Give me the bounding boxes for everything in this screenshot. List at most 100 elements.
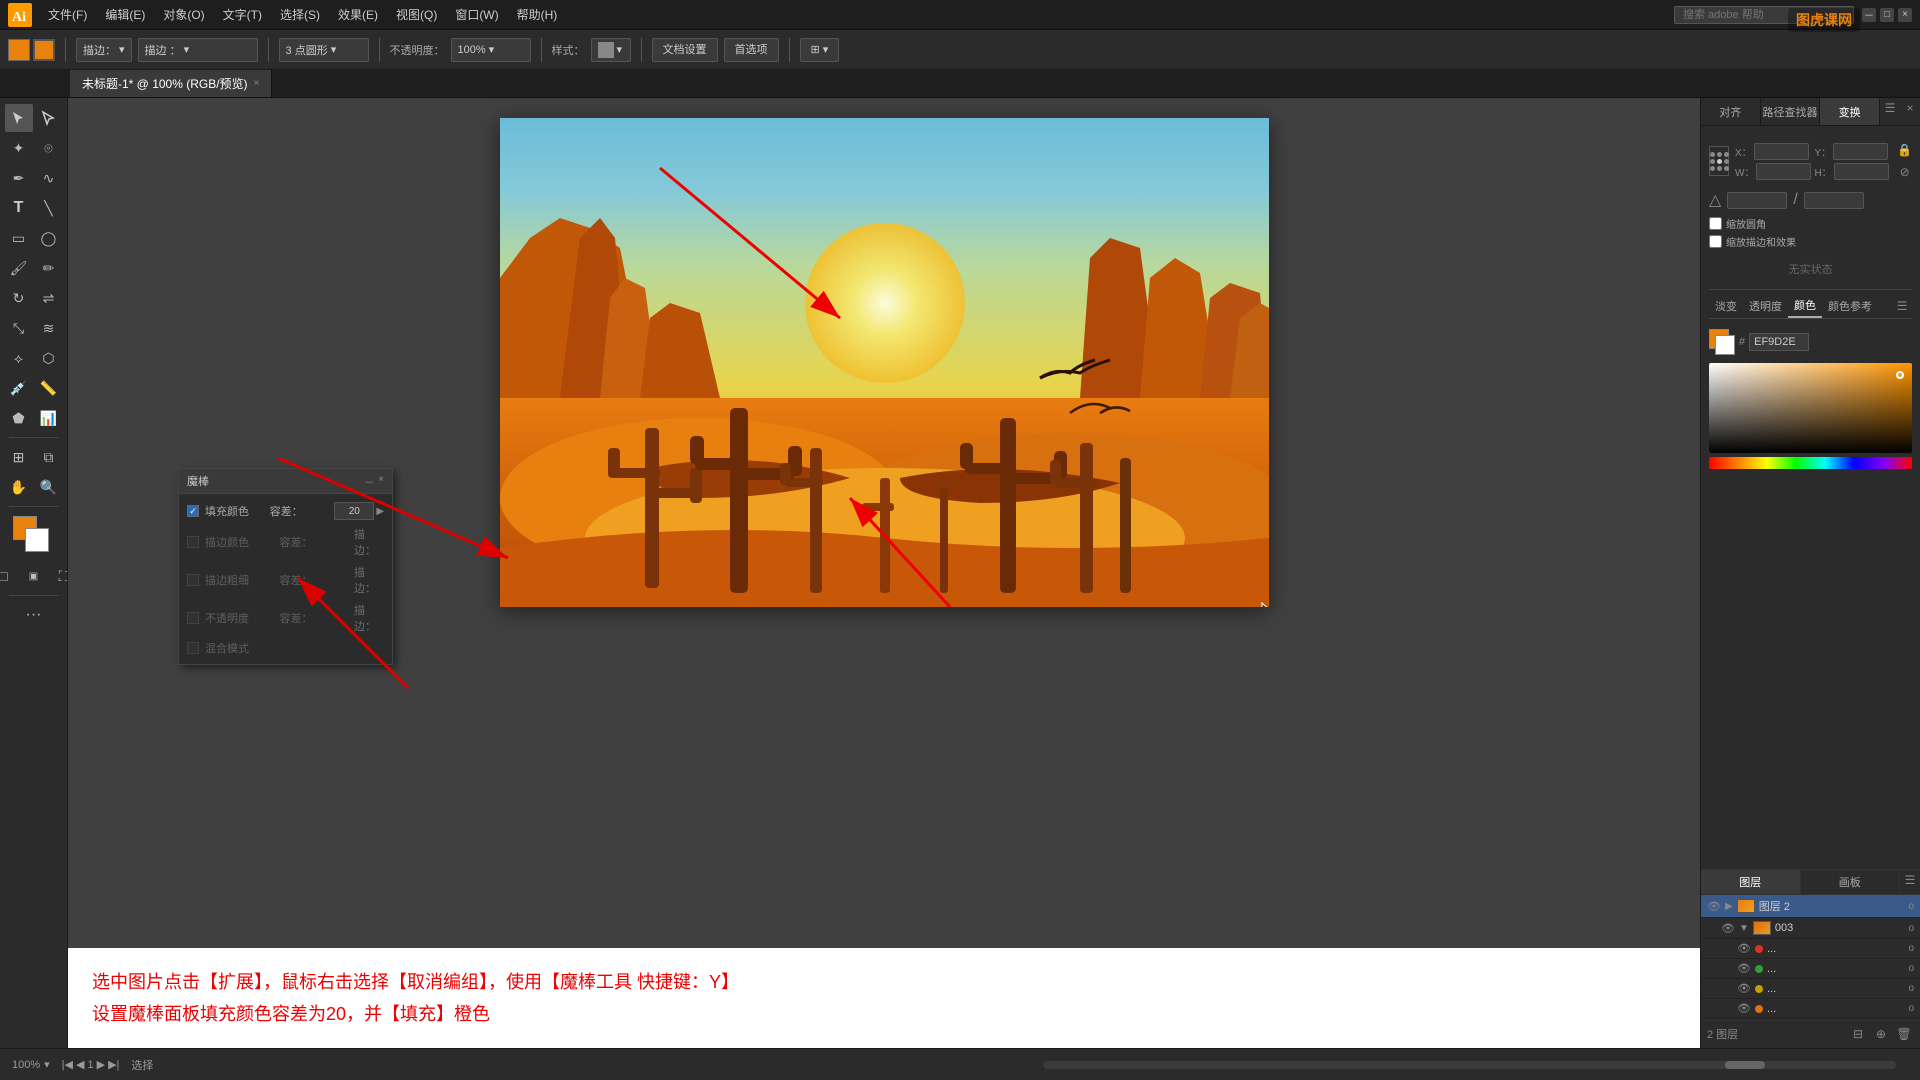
- fill-swatch[interactable]: [8, 39, 30, 61]
- selection-tool[interactable]: [5, 104, 33, 132]
- layer-003-item[interactable]: 👁 ▼ 003 o: [1701, 918, 1920, 939]
- mask-mode[interactable]: ▣: [20, 562, 48, 590]
- chart-tool[interactable]: 📊: [35, 404, 63, 432]
- scale-strokes-checkbox[interactable]: [1709, 235, 1722, 248]
- arrange-button[interactable]: ⊞ ▾: [800, 38, 840, 62]
- measure-tool[interactable]: 📏: [35, 374, 63, 402]
- normal-mode[interactable]: □: [0, 562, 18, 590]
- canvas-wrapper[interactable]: 魔棒 － × 填充颜色 容差： ▶: [68, 98, 1700, 948]
- h-input[interactable]: [1834, 163, 1889, 180]
- y-input[interactable]: [1833, 143, 1888, 160]
- warp-mode-dropdown[interactable]: 描边 ： ▾: [138, 38, 258, 62]
- panel-collapse-button[interactable]: ×: [1900, 98, 1920, 118]
- blend-mode-checkbox[interactable]: [187, 642, 199, 654]
- menu-text[interactable]: 文字(T): [215, 2, 270, 27]
- layer-red-visibility[interactable]: 👁: [1737, 942, 1751, 955]
- x-input[interactable]: [1754, 143, 1809, 160]
- perspective-tool[interactable]: ⬡: [35, 344, 63, 372]
- stroke-width-checkbox[interactable]: [187, 574, 199, 586]
- more-tools[interactable]: ···: [20, 601, 48, 629]
- blend-tool[interactable]: ⬟: [5, 404, 33, 432]
- panel-pin-button[interactable]: －: [364, 474, 374, 489]
- menu-edit[interactable]: 编辑(E): [97, 2, 153, 27]
- rotate-tool[interactable]: ↻: [5, 284, 33, 312]
- next-last-button[interactable]: ▶|: [108, 1058, 119, 1071]
- magic-wand-tool[interactable]: ✦: [5, 134, 33, 162]
- horizontal-scrollbar[interactable]: [1043, 1061, 1896, 1069]
- color-picker-dot[interactable]: [1896, 371, 1904, 379]
- pencil-tool[interactable]: ✏: [35, 254, 63, 282]
- panel-close-button[interactable]: ×: [378, 474, 384, 489]
- align-tab[interactable]: 对齐: [1701, 98, 1761, 125]
- pathfinder-tab[interactable]: 路径查找器: [1761, 98, 1821, 125]
- artboards-tab[interactable]: 画板: [1801, 870, 1901, 894]
- layers-tab[interactable]: 图层: [1701, 870, 1801, 894]
- background-color[interactable]: [25, 528, 49, 552]
- fill-tolerance-stepper[interactable]: ▶: [334, 502, 384, 520]
- layer-item-red[interactable]: 👁 ... o: [1701, 939, 1920, 959]
- zoom-tool[interactable]: 🔍: [35, 473, 63, 501]
- menu-file[interactable]: 文件(F): [40, 2, 95, 27]
- layer-yellow-visibility[interactable]: 👁: [1737, 982, 1751, 995]
- next-button[interactable]: ▶: [97, 1058, 105, 1071]
- tolerance-arrow[interactable]: ▶: [376, 506, 384, 517]
- artboard-tool[interactable]: ⊞: [5, 443, 33, 471]
- window-minimize[interactable]: －: [1862, 8, 1876, 22]
- zoom-control[interactable]: 100% ▾: [12, 1058, 50, 1071]
- points-dropdown[interactable]: 3 点圆形 ▾: [279, 38, 369, 62]
- eyedropper-tool[interactable]: 💉: [5, 374, 33, 402]
- hue-bar[interactable]: [1709, 457, 1912, 469]
- menu-window[interactable]: 窗口(W): [447, 2, 506, 27]
- layer-2-expand[interactable]: ▶: [1725, 901, 1733, 912]
- angle-input[interactable]: [1727, 192, 1787, 209]
- layer-item-yellow[interactable]: 👁 ... o: [1701, 979, 1920, 999]
- warp-dropdown[interactable]: 描边： ▾: [76, 38, 132, 62]
- direct-selection-tool[interactable]: [35, 104, 63, 132]
- layer-orange-visibility[interactable]: 👁: [1737, 1002, 1751, 1015]
- window-close[interactable]: ×: [1898, 8, 1912, 22]
- w-input[interactable]: [1756, 163, 1811, 180]
- layer-003-visibility[interactable]: 👁: [1721, 922, 1735, 935]
- layers-panel-menu[interactable]: ☰: [1900, 870, 1920, 890]
- tab-close-button[interactable]: ×: [254, 78, 260, 89]
- background-color-swatch[interactable]: [1715, 335, 1735, 355]
- layer-003-expand[interactable]: ▼: [1739, 923, 1749, 934]
- doc-settings-button[interactable]: 文档设置: [652, 38, 718, 62]
- transform-tab[interactable]: 变换: [1820, 98, 1880, 125]
- add-layer-button[interactable]: ⊕: [1871, 1024, 1891, 1044]
- style-dropdown[interactable]: ▾: [591, 38, 631, 62]
- line-tool[interactable]: ╲: [35, 194, 63, 222]
- color-ref-tab[interactable]: 颜色参考: [1822, 295, 1878, 317]
- scale-corners-checkbox[interactable]: [1709, 217, 1722, 230]
- stroke-color-checkbox[interactable]: [187, 536, 199, 548]
- menu-help[interactable]: 帮助(H): [509, 2, 566, 27]
- menu-object[interactable]: 对象(O): [155, 2, 212, 27]
- hand-tool[interactable]: ✋: [5, 473, 33, 501]
- lasso-tool[interactable]: ⌾: [35, 134, 63, 162]
- menu-select[interactable]: 选择(S): [272, 2, 328, 27]
- shear-input[interactable]: [1804, 192, 1864, 209]
- free-distort-tool[interactable]: ⟡: [5, 344, 33, 372]
- layer-2-visibility[interactable]: 👁: [1707, 900, 1721, 913]
- color-panel-menu[interactable]: ☰: [1892, 296, 1912, 316]
- opacity-checkbox[interactable]: [187, 612, 199, 624]
- paintbrush-tool[interactable]: 🖌: [5, 254, 33, 282]
- reflect-tool[interactable]: ⇌: [35, 284, 63, 312]
- type-tool[interactable]: T: [5, 194, 33, 222]
- color-picker[interactable]: [1709, 363, 1912, 453]
- warp-tool[interactable]: ≋: [35, 314, 63, 342]
- layer-2-item[interactable]: 👁 ▶ 图层 2 o: [1701, 895, 1920, 918]
- window-maximize[interactable]: □: [1880, 8, 1894, 22]
- lock-proportions-button[interactable]: 🔒: [1895, 140, 1915, 160]
- stroke-swatch[interactable]: [33, 39, 55, 61]
- panel-menu-button[interactable]: ☰: [1880, 98, 1900, 118]
- menu-effect[interactable]: 效果(E): [330, 2, 386, 27]
- scale-tool[interactable]: ⤡: [5, 314, 33, 342]
- opacity-tab[interactable]: 透明度: [1743, 295, 1788, 317]
- slice-tool[interactable]: ⧉: [35, 443, 63, 471]
- document-tab[interactable]: 未标题-1* @ 100% (RGB/预览) ×: [70, 70, 272, 97]
- make-clip-mask-button[interactable]: ⊟: [1848, 1024, 1868, 1044]
- prev-first-button[interactable]: |◀: [62, 1058, 73, 1071]
- fullscreen-mode[interactable]: ⛶: [50, 562, 69, 590]
- fill-color-checkbox[interactable]: [187, 505, 199, 517]
